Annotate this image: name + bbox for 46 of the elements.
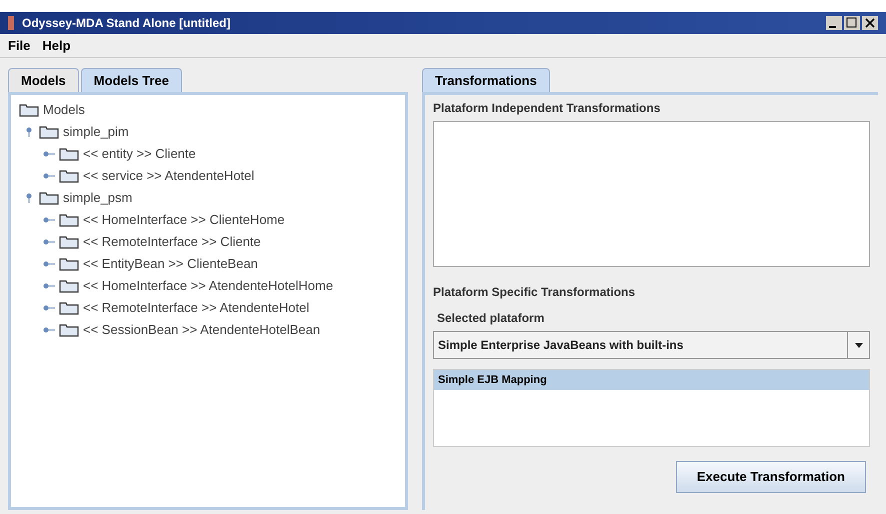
window-title: Odyssey-MDA Stand Alone [untitled] [22,15,232,32]
tree-item[interactable]: << SessionBean >> AtendenteHotelBean [83,320,320,340]
tree-item[interactable]: Models [43,100,85,120]
collapsed-handle-icon[interactable] [43,325,55,335]
tree-item[interactable]: simple_pim [63,122,129,142]
tree-item[interactable]: simple_psm [63,188,132,208]
collapsed-handle-icon[interactable] [43,303,55,313]
folder-icon [39,125,59,139]
folder-icon [59,213,79,227]
tab[interactable]: Transformations [422,68,550,92]
tree-item[interactable]: << HomeInterface >> AtendenteHotelHome [83,276,334,296]
tab[interactable]: Models [8,68,79,92]
folder-icon [59,257,79,271]
folder-icon [39,191,59,205]
tree-item[interactable]: << entity >> Cliente [83,144,196,164]
collapsed-handle-icon[interactable] [43,171,55,181]
list-item[interactable]: Simple EJB Mapping [434,370,869,390]
collapsed-handle-icon[interactable] [43,259,55,269]
collapsed-handle-icon[interactable] [43,281,55,291]
folder-icon [59,301,79,315]
execute-button[interactable]: Execute Transformation [676,461,866,493]
tree-item[interactable]: << RemoteInterface >> Cliente [83,232,261,252]
tab[interactable]: Models Tree [80,68,182,92]
app-icon [8,16,14,30]
tree-item[interactable]: << RemoteInterface >> AtendenteHotel [83,298,310,318]
collapsed-handle-icon[interactable] [43,215,55,225]
tree-item[interactable]: << HomeInterface >> ClienteHome [83,210,285,230]
close-icon[interactable] [862,16,878,30]
tree-item[interactable]: << EntityBean >> ClienteBean [83,254,258,274]
section-title: Plataform Independent Transformations [433,100,662,117]
maximize-icon[interactable] [844,16,860,30]
field-label: Selected plataform [437,310,546,327]
folder-icon [59,169,79,183]
platform-dropdown[interactable]: Simple Enterprise JavaBeans with built-ins [433,331,870,359]
menu-item[interactable]: Help [42,36,71,56]
folder-icon [59,279,79,293]
folder-icon [59,147,79,161]
folder-icon [19,103,39,117]
menu-item[interactable]: File [8,36,30,56]
minimize-icon[interactable] [826,16,842,30]
folder-icon [59,323,79,337]
tree-item[interactable]: << service >> AtendenteHotel [83,166,254,186]
section-title: Plataform Specific Transformations [433,284,636,301]
collapsed-handle-icon[interactable] [43,149,55,159]
folder-icon [59,235,79,249]
collapsed-handle-icon[interactable] [43,237,55,247]
